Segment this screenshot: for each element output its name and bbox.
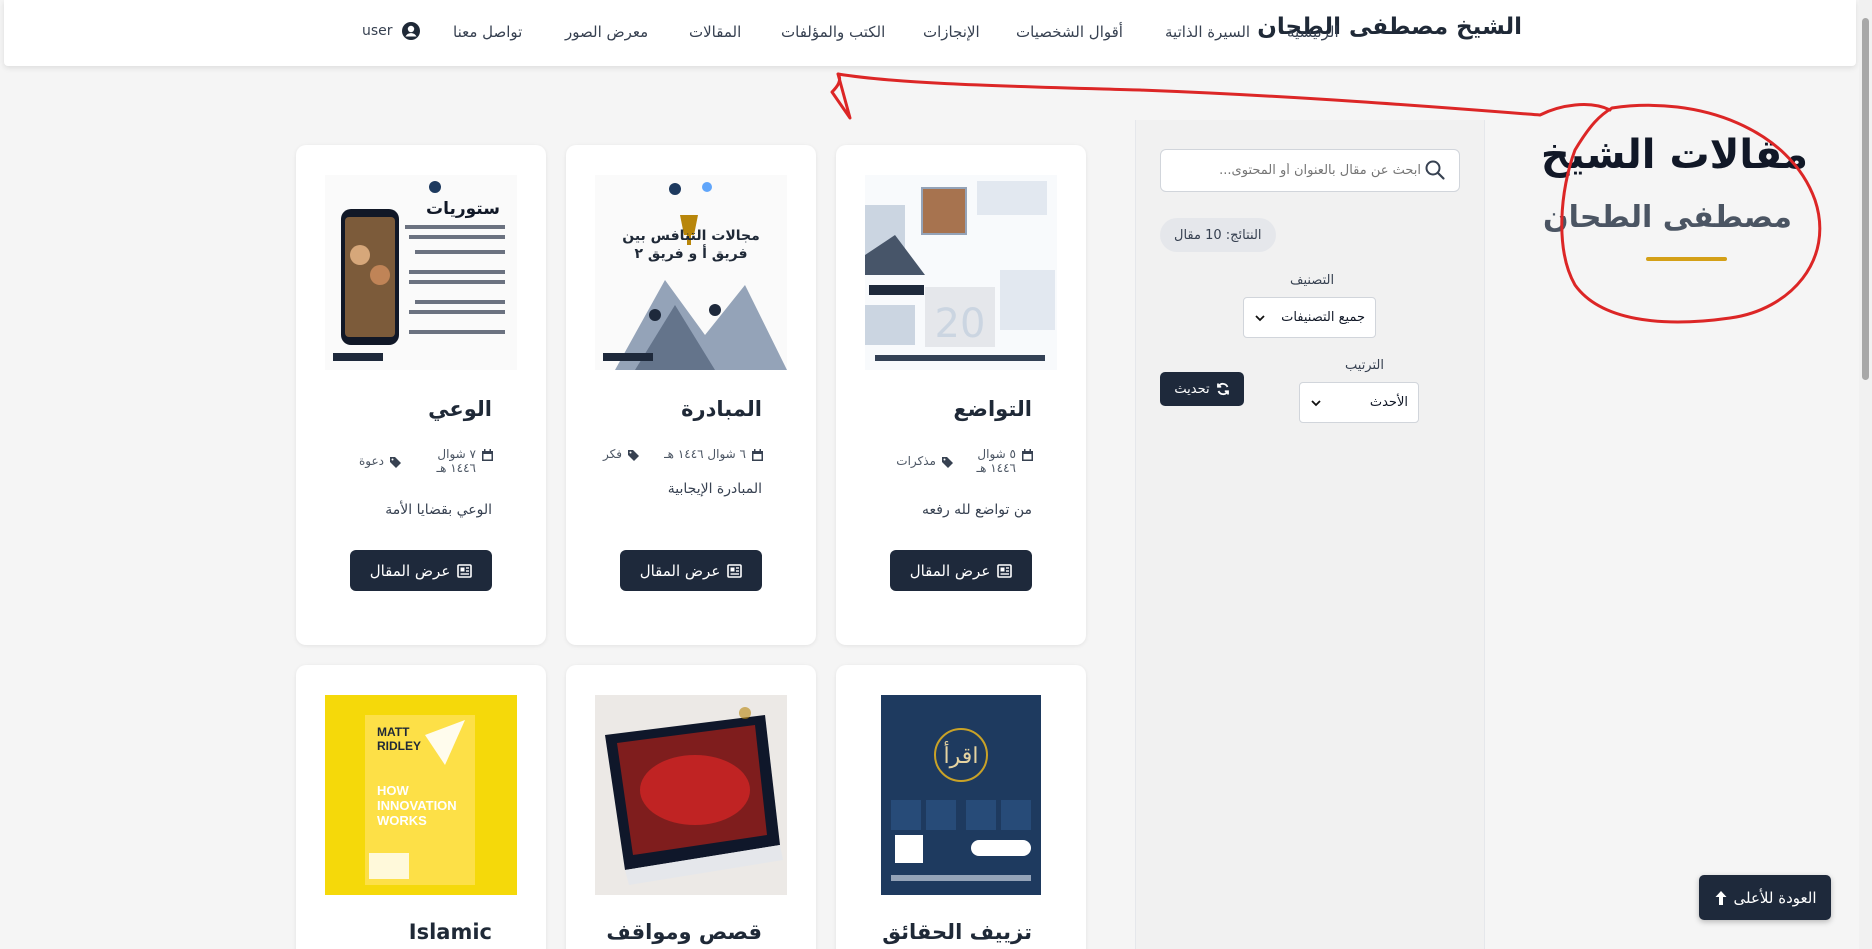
- tag-icon: [628, 450, 639, 461]
- book-title: HOW INNOVATION WORKS: [377, 783, 457, 828]
- article-date: ٥ شوال ١٤٤٦ هـ: [964, 447, 1034, 475]
- search-input[interactable]: [1160, 149, 1460, 192]
- nav-item-articles[interactable]: المقالات: [689, 23, 741, 41]
- article-thumbnail[interactable]: مجالات التنافس بين فريق أ و فريق ٢: [595, 175, 787, 370]
- view-article-label: عرض المقال: [909, 561, 991, 580]
- article-date-text: ٥ شوال ١٤٤٦ هـ: [976, 447, 1016, 475]
- newspaper-icon: [997, 563, 1013, 578]
- nav-item-quotes[interactable]: أقوال الشخصيات: [1016, 23, 1123, 41]
- calendar-icon: [752, 449, 763, 461]
- article-thumbnail[interactable]: ستوريات: [325, 175, 517, 370]
- poster-image: اقرأ: [881, 695, 1041, 895]
- nav-item-home[interactable]: الرئيسية: [1287, 23, 1339, 41]
- user-circle-icon: [401, 22, 420, 40]
- article-category: مذكرات: [896, 454, 954, 469]
- sort-label: الترتيب: [1345, 358, 1384, 373]
- article-title[interactable]: التواضع: [953, 397, 1032, 421]
- arrow-up-icon: [1715, 890, 1727, 905]
- user-label: user: [362, 23, 393, 39]
- article-category-text: فكر: [603, 447, 622, 461]
- article-excerpt: الوعي بقضايا الأمة: [385, 502, 492, 518]
- view-article-button[interactable]: عرض المقال: [890, 550, 1032, 591]
- back-to-top-label: العودة للأعلى: [1733, 888, 1817, 907]
- poster-title: ستوريات: [426, 199, 500, 219]
- article-card: اقرأ تزييف الحقائق: [836, 665, 1086, 949]
- results-count-badge: النتائج: 10 مقال: [1160, 218, 1276, 252]
- article-thumbnail[interactable]: [595, 695, 787, 895]
- nav-item-contact[interactable]: تواصل معنا: [453, 23, 522, 41]
- article-category-text: دعوة: [359, 454, 384, 468]
- article-title[interactable]: الوعي: [428, 397, 492, 421]
- collage-image: 20: [865, 175, 1057, 370]
- article-card: 20 التواضع ٥ شوال ١٤٤٦ هـ مذكرات من تواض…: [836, 145, 1086, 645]
- tag-icon: [390, 457, 401, 468]
- refresh-button-label: تحديث: [1174, 381, 1210, 397]
- article-date: ٧ شوال ١٤٤٦ هـ: [412, 447, 494, 475]
- article-date: ٦ شوال ١٤٤٦ هـ: [664, 447, 764, 462]
- article-title[interactable]: Islamic: [409, 920, 492, 944]
- newspaper-icon: [727, 563, 743, 578]
- view-article-button[interactable]: عرض المقال: [350, 550, 492, 591]
- book-photo-image: [595, 695, 787, 895]
- calendar-icon: [482, 449, 493, 461]
- newspaper-icon: [457, 563, 473, 578]
- chevron-down-icon: [1255, 314, 1265, 321]
- nav-item-achievements[interactable]: الإنجازات: [923, 23, 980, 41]
- tag-icon: [942, 457, 953, 468]
- article-card: ستوريات الوعي ٧ شوال ١٤٤٦ هـ دعوة الوعي …: [296, 145, 546, 645]
- view-article-label: عرض المقال: [639, 561, 721, 580]
- chevron-down-icon: [1311, 399, 1321, 406]
- user-menu[interactable]: user: [362, 21, 421, 41]
- page-subtitle: مصطفى الطحان: [1542, 200, 1792, 235]
- view-article-button[interactable]: عرض المقال: [620, 550, 762, 591]
- article-title[interactable]: المبادرة: [681, 397, 762, 421]
- back-to-top-button[interactable]: العودة للأعلى: [1699, 875, 1831, 920]
- article-date-text: ٦ شوال ١٤٤٦ هـ: [664, 447, 746, 461]
- calendar-icon: [1022, 449, 1033, 461]
- book-author: MATT RIDLEY: [377, 725, 422, 753]
- article-category: فكر: [603, 447, 640, 462]
- article-category-text: مذكرات: [896, 454, 936, 468]
- poster-title: مجالات التنافس بين فريق أ و فريق ٢: [622, 228, 760, 262]
- nav-item-biography[interactable]: السيرة الذاتية: [1165, 23, 1250, 41]
- article-date-text: ٧ شوال ١٤٤٦ هـ: [436, 447, 476, 475]
- view-article-label: عرض المقال: [369, 561, 451, 580]
- category-select-value: جميع التصنيفات: [1281, 310, 1365, 325]
- article-title[interactable]: قصص ومواقف: [606, 920, 762, 944]
- svg-text:20: 20: [935, 301, 986, 347]
- article-card: قصص ومواقف: [566, 665, 816, 949]
- category-label: التصنيف: [1290, 273, 1335, 288]
- poster-image: [595, 175, 787, 370]
- refresh-icon: [1216, 382, 1229, 396]
- scrollbar-thumb[interactable]: [1862, 18, 1869, 380]
- nav-item-books[interactable]: الكتب والمؤلفات: [781, 23, 885, 41]
- article-thumbnail[interactable]: MATT RIDLEY HOW INNOVATION WORKS: [325, 695, 517, 895]
- article-thumbnail[interactable]: 20: [865, 175, 1057, 370]
- title-underline: [1646, 257, 1727, 261]
- page-title: مقالات الشيخ: [1540, 132, 1808, 178]
- sort-select[interactable]: الأحدث: [1299, 382, 1419, 423]
- article-excerpt: من تواضع لله رفعه: [922, 502, 1032, 518]
- page-scrollbar[interactable]: [1859, 0, 1872, 949]
- category-select[interactable]: جميع التصنيفات: [1243, 297, 1376, 338]
- article-excerpt: المبادرة الإيجابية: [667, 481, 762, 497]
- nav-item-gallery[interactable]: معرض الصور: [565, 23, 648, 41]
- article-category: دعوة: [359, 454, 402, 469]
- search-icon[interactable]: [1424, 159, 1446, 181]
- article-title[interactable]: تزييف الحقائق: [882, 920, 1032, 944]
- article-thumbnail[interactable]: اقرأ: [881, 695, 1041, 895]
- article-card: MATT RIDLEY HOW INNOVATION WORKS Islamic: [296, 665, 546, 949]
- refresh-button[interactable]: تحديث: [1160, 372, 1244, 406]
- svg-text:اقرأ: اقرأ: [944, 740, 979, 769]
- article-card: مجالات التنافس بين فريق أ و فريق ٢ المبا…: [566, 145, 816, 645]
- sort-select-value: الأحدث: [1369, 395, 1408, 410]
